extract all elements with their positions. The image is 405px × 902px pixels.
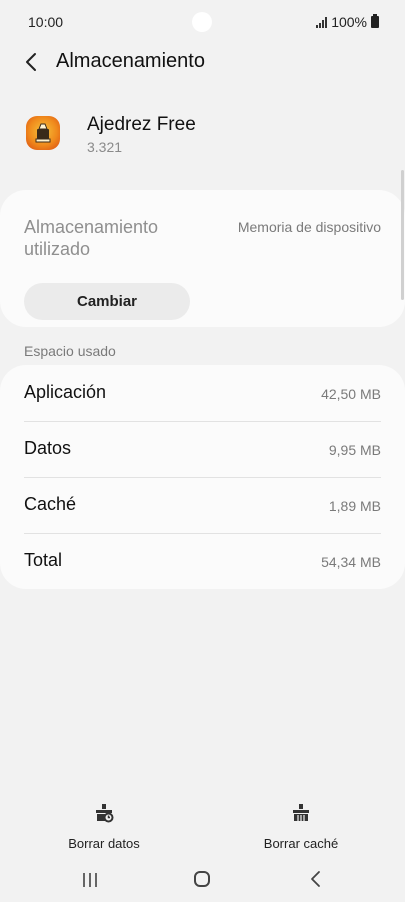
- usage-label: Caché: [24, 494, 77, 514]
- signal-icon: [316, 16, 328, 28]
- home-icon[interactable]: [194, 871, 210, 887]
- usage-label: Datos: [24, 438, 72, 458]
- storage-card: Almacenamiento utilizado Memoria de disp…: [0, 190, 405, 327]
- app-version: 3.321: [87, 139, 123, 155]
- back-icon[interactable]: [20, 50, 44, 74]
- battery-icon: [371, 14, 379, 28]
- header: Almacenamiento: [0, 44, 405, 80]
- page-title: Almacenamiento: [56, 50, 205, 72]
- usage-card: Aplicación 42,50 MB Datos 9,95 MB Caché …: [0, 365, 405, 589]
- change-storage-button[interactable]: Cambiar: [24, 283, 190, 320]
- status-indicators: 100%: [316, 14, 379, 30]
- usage-value: 54,34 MB: [321, 554, 381, 570]
- battery-percent: 100%: [331, 14, 367, 30]
- usage-row-app: Aplicación 42,50 MB: [24, 365, 381, 421]
- clear-data-label: Borrar datos: [68, 836, 140, 851]
- clear-cache-label: Borrar caché: [263, 836, 339, 851]
- clear-data-button[interactable]: Borrar datos: [44, 803, 164, 851]
- recents-icon[interactable]: [80, 872, 100, 888]
- scrollbar[interactable]: [401, 170, 404, 300]
- storage-location-value: Memoria de dispositivo: [237, 219, 381, 235]
- app-name: Ajedrez Free: [87, 114, 196, 135]
- status-time: 10:00: [28, 14, 64, 30]
- status-bar: 10:00 100%: [0, 0, 405, 44]
- chess-app-icon: [26, 116, 60, 150]
- usage-value: 42,50 MB: [321, 386, 381, 402]
- usage-value: 1,89 MB: [328, 498, 381, 514]
- usage-label: Total: [24, 550, 63, 570]
- clear-data-icon: [96, 804, 114, 823]
- space-used-section-label: Espacio usado: [24, 343, 116, 359]
- clear-cache-icon: [293, 804, 309, 821]
- app-info: Ajedrez Free 3.321: [0, 108, 405, 164]
- navigation-bar: [0, 862, 405, 898]
- camera-cutout: [192, 12, 212, 32]
- usage-row-data: Datos 9,95 MB: [24, 421, 381, 477]
- nav-back-icon[interactable]: [308, 870, 324, 888]
- clear-cache-button[interactable]: Borrar caché: [241, 803, 361, 851]
- usage-row-total: Total 54,34 MB: [24, 533, 381, 589]
- usage-label: Aplicación: [24, 382, 107, 402]
- storage-used-label: Almacenamiento utilizado: [24, 217, 159, 259]
- usage-value: 9,95 MB: [328, 442, 381, 458]
- usage-row-cache: Caché 1,89 MB: [24, 477, 381, 533]
